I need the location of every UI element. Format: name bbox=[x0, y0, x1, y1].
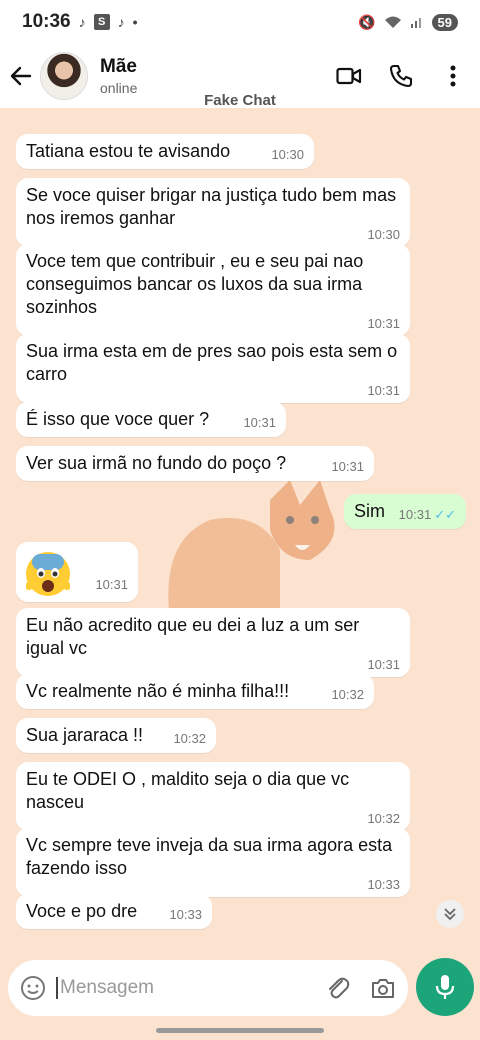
wifi-icon bbox=[384, 16, 401, 28]
message-text: É isso que voce quer ? bbox=[26, 409, 210, 429]
message-time: 10:31 ✓✓ bbox=[398, 507, 456, 522]
message-bubble[interactable]: Eu te ODEI O , maldito seja o dia que vc… bbox=[16, 762, 410, 831]
message-bubble[interactable]: Sua jararaca !! 10:32 bbox=[16, 718, 216, 753]
message-bubble[interactable]: Ver sua irmã no fundo do poço ? 10:31 bbox=[16, 446, 374, 481]
message-time: 10:32 bbox=[367, 811, 400, 826]
message-bubble[interactable]: Sua irma esta em de pres sao pois esta s… bbox=[16, 334, 410, 403]
video-call-icon[interactable] bbox=[336, 63, 362, 89]
message-time: 10:32 bbox=[331, 687, 364, 702]
attach-paperclip-icon[interactable] bbox=[326, 975, 350, 1001]
message-bubble-outgoing[interactable]: Sim 10:31 ✓✓ bbox=[344, 494, 466, 529]
message-bubble[interactable]: Voce e po dre 10:33 bbox=[16, 894, 212, 929]
battery-indicator: 59 bbox=[431, 13, 458, 31]
message-time: 10:31 bbox=[367, 657, 400, 672]
message-time: 10:31 bbox=[367, 316, 400, 331]
read-ticks-icon: ✓✓ bbox=[434, 507, 456, 522]
message-time: 10:31 bbox=[331, 459, 364, 474]
camera-icon[interactable] bbox=[370, 976, 396, 1000]
gesture-navigation-bar[interactable] bbox=[156, 1028, 324, 1033]
message-text: Voce tem que contribuir , eu e seu pai n… bbox=[26, 251, 364, 317]
message-time: 10:32 bbox=[173, 731, 206, 746]
dot-icon: • bbox=[132, 14, 138, 30]
message-text: Ver sua irmã no fundo do poço ? bbox=[26, 453, 287, 473]
message-text: Voce e po dre bbox=[26, 901, 138, 921]
message-time: 10:30 bbox=[271, 147, 304, 162]
mute-icon: 🔇 bbox=[358, 13, 376, 30]
message-text: Sim bbox=[354, 501, 385, 521]
tiktok-icon-2: ♪ bbox=[117, 14, 125, 30]
signal-icon bbox=[410, 18, 421, 28]
message-text: Sua irma esta em de pres sao pois esta s… bbox=[26, 341, 398, 384]
status-time: 10:36 bbox=[22, 11, 71, 32]
message-time: 10:33 bbox=[367, 877, 400, 892]
message-text: Se voce quiser brigar na justiça tudo be… bbox=[26, 185, 397, 228]
phone-call-icon[interactable] bbox=[388, 63, 414, 89]
message-bubble[interactable]: Vc sempre teve inveja da sua irma agora … bbox=[16, 828, 410, 897]
chat-area[interactable]: Tatiana estou te avisando 10:30 Se voce … bbox=[0, 108, 480, 958]
message-time: 10:33 bbox=[169, 907, 202, 922]
message-text: Sua jararaca !! bbox=[26, 725, 144, 745]
watermark-title: Fake Chat bbox=[204, 92, 276, 109]
tiktok-icon: ♪ bbox=[78, 14, 86, 30]
status-bar: 10:36 ♪ S ♪ • 🔇 59 bbox=[0, 0, 480, 44]
voice-message-button[interactable] bbox=[416, 958, 474, 1016]
more-options-icon[interactable] bbox=[440, 63, 466, 89]
message-text: Tatiana estou te avisando bbox=[26, 141, 231, 161]
double-chevron-down-icon bbox=[444, 908, 456, 921]
contact-info[interactable]: Mãe online bbox=[100, 56, 137, 96]
message-bubble[interactable]: Voce tem que contribuir , eu e seu pai n… bbox=[16, 244, 410, 336]
message-text: Eu te ODEI O , maldito seja o dia que vc… bbox=[26, 769, 350, 812]
microphone-icon bbox=[435, 975, 455, 999]
message-time: 10:31 bbox=[367, 383, 400, 398]
fearful-face-emoji-icon bbox=[25, 552, 71, 596]
message-bubble[interactable]: Se voce quiser brigar na justiça tudo be… bbox=[16, 178, 410, 247]
emoji-icon[interactable] bbox=[20, 975, 46, 1001]
message-input-bar: Mensagem bbox=[8, 960, 408, 1016]
message-time: 10:30 bbox=[367, 227, 400, 242]
message-bubble[interactable]: 10:31 bbox=[16, 542, 138, 602]
message-bubble[interactable]: Eu não acredito que eu dei a luz a um se… bbox=[16, 608, 410, 677]
message-bubble[interactable]: Tatiana estou te avisando 10:30 bbox=[16, 134, 314, 169]
message-time: 10:31 bbox=[243, 415, 276, 430]
message-text: Vc sempre teve inveja da sua irma agora … bbox=[26, 835, 393, 878]
message-input[interactable]: Mensagem bbox=[56, 977, 154, 999]
message-text: Eu não acredito que eu dei a luz a um se… bbox=[26, 615, 360, 658]
back-arrow-icon[interactable] bbox=[10, 65, 32, 87]
message-bubble[interactable]: Vc realmente não é minha filha!!! 10:32 bbox=[16, 674, 374, 709]
message-text: Vc realmente não é minha filha!!! bbox=[26, 681, 290, 701]
app-s-icon: S bbox=[93, 14, 110, 30]
message-time: 10:31 bbox=[95, 577, 128, 592]
message-bubble[interactable]: É isso que voce quer ? 10:31 bbox=[16, 402, 286, 437]
contact-name: Mãe bbox=[100, 56, 137, 77]
scroll-down-button[interactable] bbox=[436, 900, 464, 928]
